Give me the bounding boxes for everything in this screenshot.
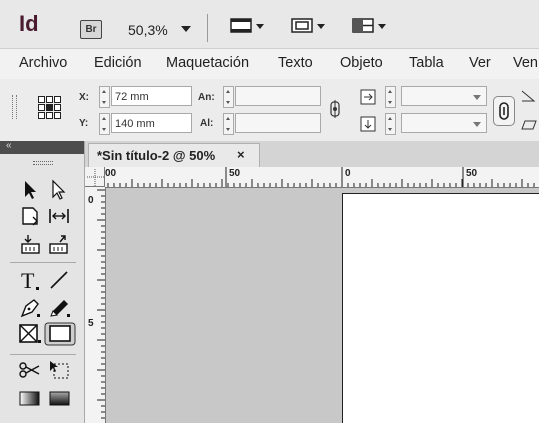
link-scale-icon[interactable]	[493, 96, 515, 126]
page-tool-icon[interactable]	[20, 205, 44, 227]
zoom-level[interactable]: 50,3%	[128, 22, 168, 38]
pen-tool-icon[interactable]	[18, 297, 42, 319]
x-field[interactable]: 72 mm	[111, 86, 192, 106]
document-page[interactable]	[342, 193, 539, 423]
height-stepper[interactable]	[223, 113, 234, 135]
scale-y-field[interactable]	[401, 113, 487, 133]
menu-bar: Archivo Edición Maquetación Texto Objeto…	[0, 48, 539, 80]
arrange-documents-icon[interactable]	[352, 17, 386, 35]
scale-x-icon	[360, 89, 376, 105]
selection-tool-icon[interactable]	[20, 179, 44, 201]
indesign-window: Id Br 50,3% Archivo Edición Maquetación …	[0, 0, 539, 423]
ruler-label: 0	[345, 168, 351, 179]
scale-x-stepper[interactable]	[385, 86, 396, 108]
gap-tool-icon[interactable]	[48, 205, 72, 227]
ruler-label: 5	[88, 318, 94, 329]
pencil-tool-icon[interactable]	[48, 297, 72, 319]
line-tool-icon[interactable]	[48, 269, 72, 291]
app-logo: Id	[19, 11, 39, 36]
y-field[interactable]: 140 mm	[111, 113, 192, 133]
tools-panel-header[interactable]: «	[0, 140, 84, 154]
zoom-dropdown-icon[interactable]	[181, 26, 191, 32]
ruler-label: 0	[88, 195, 94, 206]
y-stepper[interactable]	[99, 113, 110, 135]
shear-icon[interactable]	[521, 117, 537, 131]
ruler-label: 00	[105, 168, 117, 179]
height-label: Al:	[200, 118, 214, 129]
menu-ventana[interactable]: Ven	[513, 55, 538, 71]
rectangle-tool-icon[interactable]	[44, 322, 76, 346]
width-label: An:	[198, 92, 215, 103]
menu-ver[interactable]: Ver	[469, 55, 491, 71]
width-field[interactable]	[235, 86, 321, 106]
gradient-swatch-tool-icon[interactable]	[18, 387, 42, 409]
scale-y-icon	[360, 116, 376, 132]
y-label: Y:	[79, 118, 89, 129]
horizontal-ruler[interactable]: 00 50 0 50	[85, 167, 539, 188]
ruler-label: 50	[229, 168, 241, 179]
document-tab[interactable]: *Sin título-2 @ 50% ×	[88, 143, 260, 168]
tools-panel: « T	[0, 140, 85, 423]
tools-panel-grip[interactable]	[33, 161, 53, 165]
rectangle-frame-tool-icon[interactable]	[18, 323, 42, 345]
constrain-proportions-icon[interactable]	[327, 100, 341, 118]
free-transform-tool-icon[interactable]	[48, 359, 72, 381]
content-placer-tool-icon[interactable]	[48, 233, 72, 255]
gradient-feather-tool-icon[interactable]	[48, 387, 72, 409]
ruler-label: 50	[466, 168, 478, 179]
scale-x-field[interactable]	[401, 86, 487, 106]
control-panel-grip[interactable]	[12, 95, 17, 119]
ruler-origin-corner[interactable]	[85, 167, 105, 187]
width-stepper[interactable]	[223, 86, 234, 108]
x-stepper[interactable]	[99, 86, 110, 108]
close-icon[interactable]: ×	[237, 147, 245, 162]
svg-text:T: T	[21, 269, 35, 293]
bridge-button[interactable]: Br	[80, 20, 102, 39]
document-tab-title: *Sin título-2 @ 50%	[97, 148, 216, 163]
height-field[interactable]	[235, 113, 321, 133]
type-tool-icon[interactable]: T	[20, 268, 44, 293]
content-collector-tool-icon[interactable]	[20, 233, 44, 255]
menu-texto[interactable]: Texto	[278, 55, 313, 71]
screen-mode-icon[interactable]	[230, 17, 264, 35]
appbar-divider	[207, 14, 208, 42]
vertical-ruler[interactable]: 0 5	[85, 187, 106, 423]
menu-edicion[interactable]: Edición	[94, 55, 142, 71]
scissors-tool-icon[interactable]	[18, 359, 42, 381]
menu-maquetacion[interactable]: Maquetación	[166, 55, 249, 71]
direct-selection-tool-icon[interactable]	[48, 179, 72, 201]
scale-y-stepper[interactable]	[385, 113, 396, 135]
tools-divider	[10, 354, 76, 355]
menu-tabla[interactable]: Tabla	[409, 55, 444, 71]
view-options-icon[interactable]	[291, 17, 325, 35]
rotate-icon[interactable]	[521, 89, 536, 103]
menu-objeto[interactable]: Objeto	[340, 55, 383, 71]
collapse-panel-icon[interactable]: «	[6, 140, 12, 151]
menu-archivo[interactable]: Archivo	[19, 55, 67, 71]
reference-point-icon[interactable]	[38, 96, 61, 119]
tools-divider	[10, 262, 76, 263]
x-label: X:	[79, 92, 89, 103]
application-bar: Id Br 50,3%	[0, 0, 539, 48]
